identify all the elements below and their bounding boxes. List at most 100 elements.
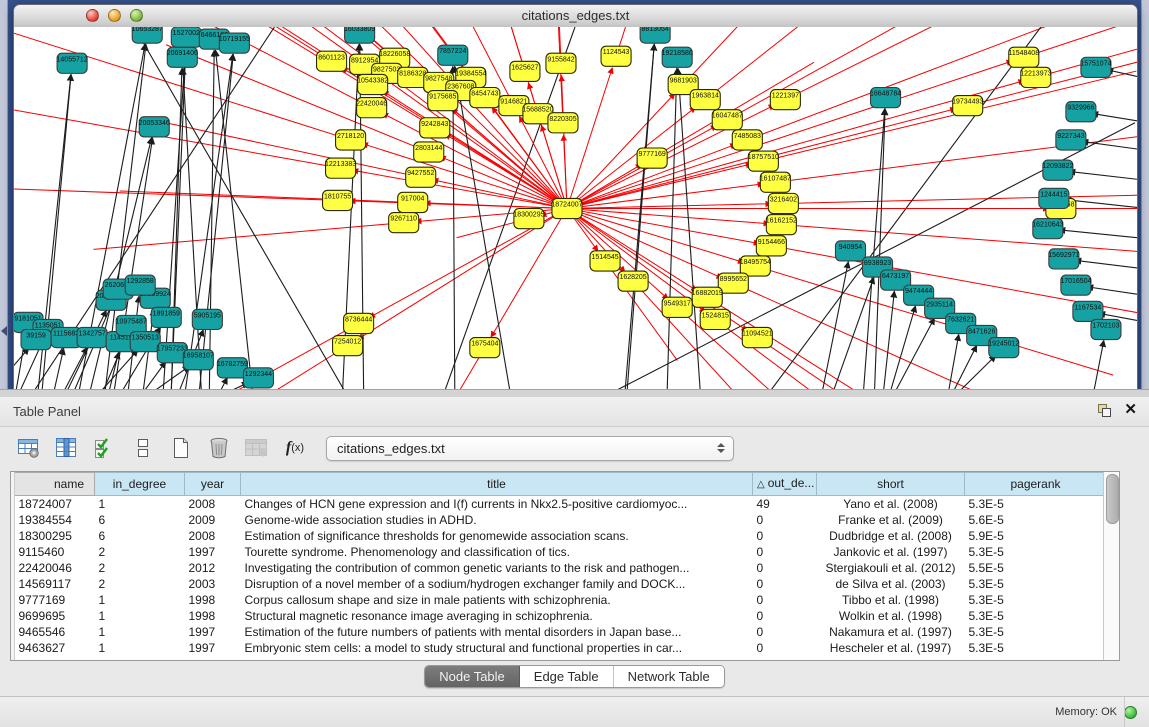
graph-node[interactable]: 1891859 [151,307,181,327]
graph-node[interactable]: 16047487 [712,110,743,130]
graph-node[interactable]: 1292858 [125,275,155,295]
network-frame-titlebar[interactable]: citations_edges.txt [14,5,1137,28]
graph-node[interactable]: 1514545 [590,251,620,271]
collapse-left-arrow-icon[interactable] [1,326,7,336]
close-panel-icon[interactable]: ✕ [1124,401,1137,419]
show-columns-icon[interactable] [54,435,80,461]
function-builder-icon[interactable]: f(x) [282,435,308,461]
column-header-name[interactable]: name [15,473,95,496]
graph-node[interactable]: 5905195 [192,309,222,329]
table-row[interactable]: 977716911998Corpus callosum shape and si… [15,592,1107,608]
graph-node[interactable]: 1342757 [77,327,107,347]
tab-edge-table[interactable]: Edge Table [520,666,614,687]
right-panel-divider[interactable] [1141,0,1149,390]
network-graph[interactable]: 1872400786011238912954182260589827503105… [14,27,1137,391]
graph-node[interactable]: 15692971 [1048,249,1079,269]
graph-node[interactable]: 16648784 [870,87,901,107]
graph-node[interactable]: 2718120 [336,130,366,150]
graph-node[interactable]: 16882019 [692,287,723,307]
graph-node[interactable]: 8220305 [548,113,578,133]
delete-column-icon[interactable] [206,435,232,461]
graph-node[interactable]: 11094521 [742,327,773,347]
graph-node[interactable]: 15751074 [1080,57,1111,77]
graph-node[interactable]: 16958107 [183,350,214,370]
graph-node[interactable]: 16210643 [1032,219,1063,239]
graph-node[interactable]: 9267110 [389,213,419,233]
graph-node[interactable]: 9175685 [428,91,458,111]
graph-node[interactable]: 20053346 [139,117,170,137]
graph-node[interactable]: 9154466 [756,236,786,256]
graph-node[interactable]: 10653287 [132,27,163,43]
graph-node[interactable]: 10543382 [357,74,388,94]
column-header-in-degree[interactable]: in_degree [95,473,185,496]
create-column-icon[interactable] [168,435,194,461]
graph-node[interactable]: 9155842 [546,53,576,73]
graph-node[interactable]: 18757510 [748,151,779,171]
column-header-title[interactable]: title [241,473,753,496]
graph-node[interactable]: 16033809 [344,27,375,43]
graph-node[interactable]: 20691406 [167,47,198,67]
graph-node[interactable]: 1675404 [470,338,500,358]
network-canvas[interactable]: 1872400786011238912954182260589827503105… [14,27,1137,391]
graph-node[interactable]: 7485083 [732,130,762,150]
graph-node[interactable]: 18300295 [513,208,544,228]
graph-node[interactable]: 16162152 [766,215,797,235]
graph-node[interactable]: 1963814 [690,90,720,110]
graph-node[interactable]: 7857224 [438,45,468,65]
column-header-year[interactable]: year [185,473,241,496]
table-row[interactable]: 1872400712008Changes of HCN gene express… [15,496,1107,513]
graph-node[interactable]: 940954 [835,241,865,261]
graph-node[interactable]: 1221397 [770,90,800,110]
graph-node[interactable]: 1524815 [700,309,730,329]
graph-node[interactable]: 7254012 [333,336,363,356]
graph-node[interactable]: 9427552 [406,167,436,187]
column-header-pagerank[interactable]: pagerank [965,473,1107,496]
graph-node[interactable]: 1527002 [171,27,201,47]
graph-node[interactable]: 12213973 [1020,67,1051,87]
table-row[interactable]: 969969511998Structural magnetic resonanc… [15,608,1107,624]
graph-node[interactable]: 19245012 [988,338,1019,358]
table-row[interactable]: 1938455462009Genome-wide association stu… [15,512,1107,528]
scrollbar-thumb[interactable] [1106,474,1119,524]
graph-node[interactable]: 3216402 [768,193,798,213]
graph-node[interactable]: 1628205 [618,271,648,291]
graph-node[interactable]: 39159 [21,329,51,349]
tab-node-table[interactable]: Node Table [425,666,520,687]
graph-node[interactable]: 1625627 [510,61,540,81]
graph-node[interactable]: 1292344 [243,368,273,388]
graph-node[interactable]: 8813054 [640,27,670,43]
float-panel-icon[interactable] [1097,403,1112,418]
column-header-out-de-[interactable]: △out_de... [753,473,817,496]
graph-node[interactable]: 14055712 [57,53,88,73]
table-row[interactable]: 946554611997Estimation of the future num… [15,624,1107,640]
graph-node[interactable]: 12213383 [325,158,356,178]
table-settings-icon[interactable] [16,435,42,461]
tab-network-table[interactable]: Network Table [614,666,724,687]
graph-node[interactable]: 19734493 [952,96,983,116]
graph-node[interactable]: 9242843 [420,118,450,138]
graph-node[interactable]: 1124543 [601,46,631,66]
row-height-icon[interactable] [130,435,156,461]
graph-node[interactable]: 9329966 [1066,102,1096,122]
column-header-short[interactable]: short [817,473,965,496]
graph-node[interactable]: 10719155 [219,33,250,53]
table-vertical-scrollbar[interactable] [1103,472,1119,660]
graph-node[interactable]: 1810755 [323,190,353,210]
table-row[interactable]: 2242004622012Investigating the contribut… [15,560,1107,576]
table-row[interactable]: 911546021997Tourette syndrome. Phenomeno… [15,544,1107,560]
graph-node[interactable]: 8454743 [470,87,500,107]
graph-node[interactable]: 2803144 [414,142,444,162]
graph-node[interactable]: 11548408 [1008,47,1039,67]
graph-node[interactable]: 19218586 [662,47,693,67]
select-columns-icon[interactable] [92,435,118,461]
graph-node[interactable]: 9777169 [637,148,667,168]
graph-node[interactable]: 1167534 [1073,301,1103,321]
graph-node[interactable]: 22420046 [356,98,387,118]
left-panel-divider[interactable] [0,0,8,390]
graph-node[interactable]: 8601123 [317,51,347,71]
table-row[interactable]: 946362711997Embryonic stem cells: a mode… [15,640,1107,656]
graph-node[interactable]: 917004 [398,192,428,212]
graph-node[interactable]: 9227343 [1056,130,1086,150]
table-row[interactable]: 1830029562008Estimation of significance … [15,528,1107,544]
graph-node[interactable]: 18724007 [551,198,582,218]
